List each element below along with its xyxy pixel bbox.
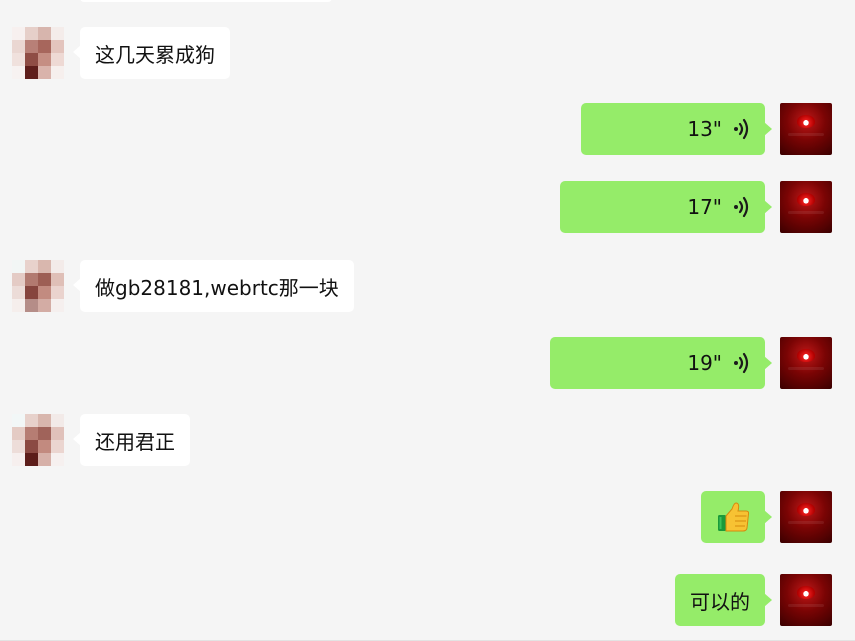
voice-duration: 13" <box>687 117 722 141</box>
voice-wave-icon <box>734 352 749 374</box>
sent-message-bubble[interactable]: 可以的 <box>675 574 772 626</box>
voice-duration: 17" <box>687 195 722 219</box>
red-hat-logo-icon <box>797 349 815 362</box>
voice-message-bubble[interactable]: 17" <box>560 181 772 233</box>
voice-message-bubble[interactable]: 19" <box>550 337 772 389</box>
voice-message-bubble[interactable]: 13" <box>581 103 772 155</box>
message-text: 还用君正 <box>95 429 175 454</box>
thumbs-up-icon <box>718 502 750 532</box>
message-text: 可以的 <box>690 589 750 614</box>
emoji-message-bubble[interactable] <box>701 491 772 543</box>
my-avatar[interactable] <box>780 181 832 233</box>
my-avatar[interactable] <box>780 337 832 389</box>
my-avatar[interactable] <box>780 574 832 626</box>
voice-duration: 19" <box>687 351 722 375</box>
contact-avatar[interactable] <box>12 260 64 312</box>
my-avatar[interactable] <box>780 491 832 543</box>
red-hat-logo-icon <box>797 115 815 128</box>
voice-wave-icon <box>734 118 749 140</box>
message-text: 做gb28181,webrtc那一块 <box>95 275 339 300</box>
previous-message-bubble <box>80 0 332 2</box>
message-text: 这几天累成狗 <box>95 42 215 67</box>
red-hat-logo-icon <box>797 193 815 206</box>
voice-wave-icon <box>734 196 749 218</box>
red-hat-logo-icon <box>797 503 815 516</box>
received-message-bubble[interactable]: 做gb28181,webrtc那一块 <box>73 260 354 312</box>
received-message-bubble[interactable]: 还用君正 <box>73 414 190 466</box>
red-hat-logo-icon <box>797 586 815 599</box>
my-avatar[interactable] <box>780 103 832 155</box>
contact-avatar[interactable] <box>12 27 64 79</box>
received-message-bubble[interactable]: 这几天累成狗 <box>73 27 230 79</box>
contact-avatar[interactable] <box>12 414 64 466</box>
